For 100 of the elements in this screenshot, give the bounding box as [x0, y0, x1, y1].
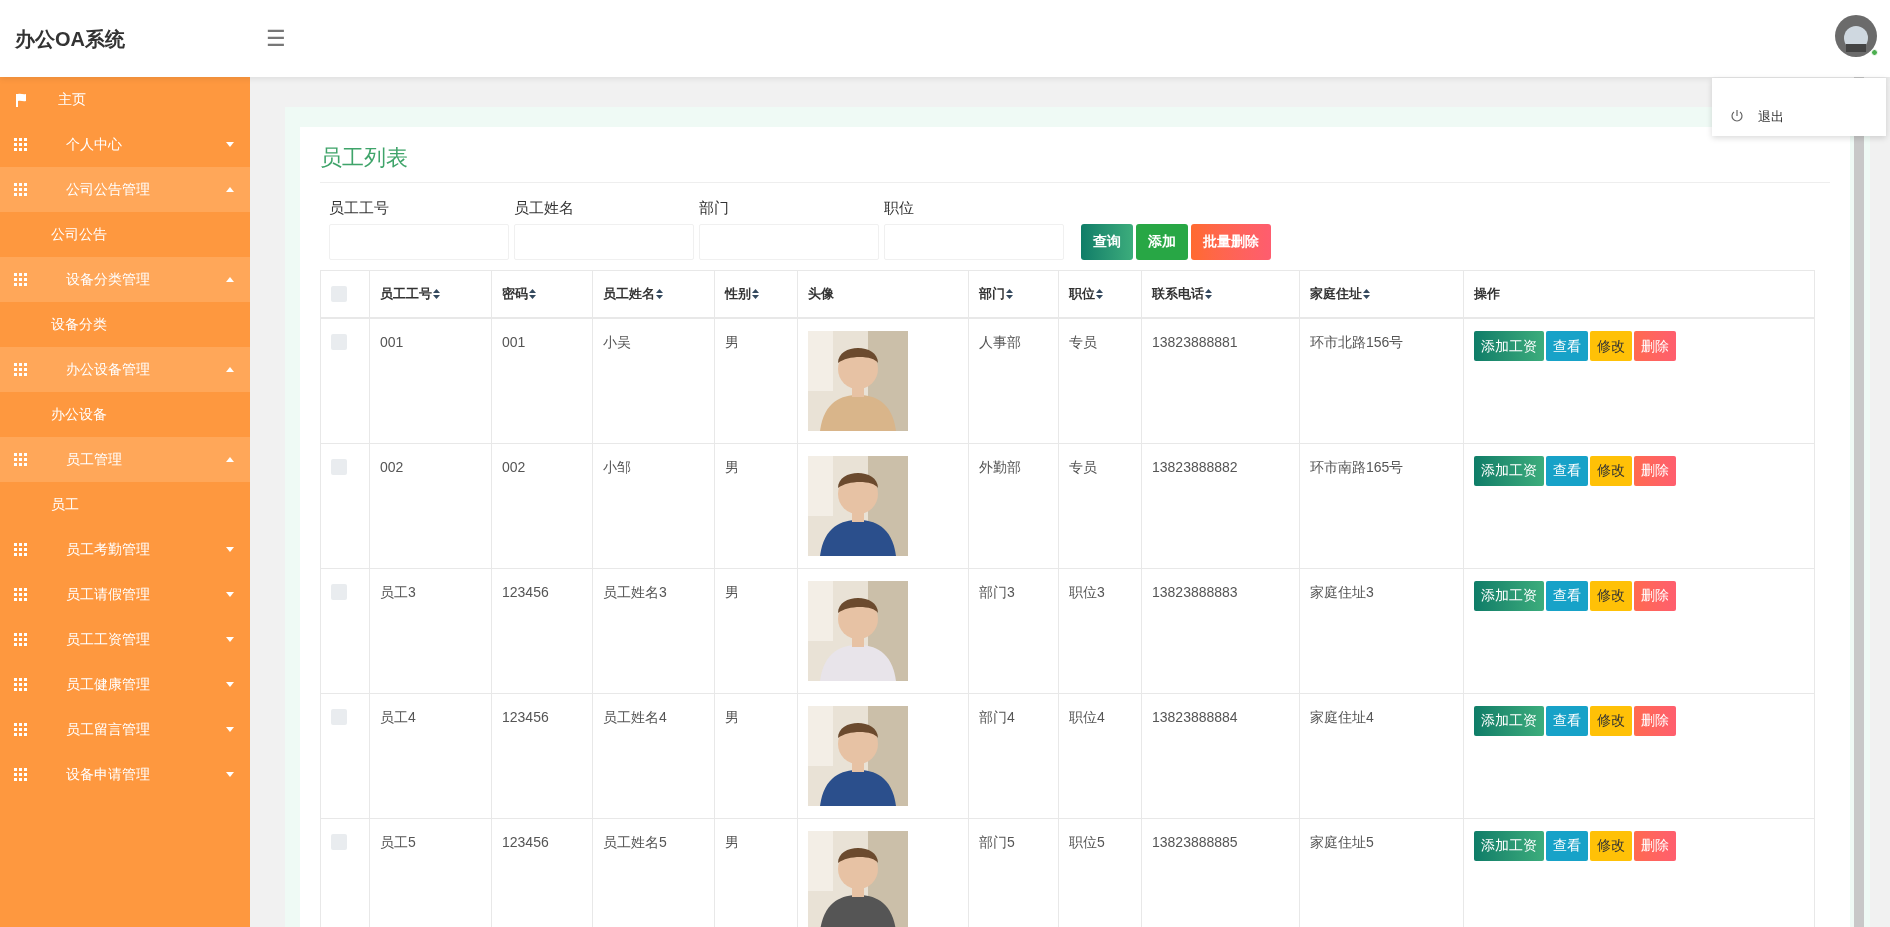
app-title: 办公OA系统 [14, 26, 126, 52]
sidebar-label: 设备分类管理 [66, 270, 151, 289]
filter-label: 员工姓名 [514, 198, 575, 218]
table-cell: 环市北路156号 [1310, 334, 1404, 350]
sidebar-label: 个人中心 [66, 135, 123, 154]
view-button[interactable]: 查看 [1546, 331, 1588, 361]
grid-icon [14, 183, 27, 196]
table-cell: 男 [725, 708, 739, 725]
user-avatar[interactable] [1834, 14, 1878, 58]
sort-icon[interactable] [433, 288, 440, 299]
column-header[interactable]: 联系电话 [1152, 284, 1212, 304]
edit-button[interactable]: 修改 [1590, 830, 1632, 861]
sidebar-item[interactable]: 设备申请管理 [0, 752, 250, 797]
caret-down-icon [226, 682, 234, 687]
sidebar-subitem[interactable]: 公司公告 [0, 212, 250, 257]
sort-icon[interactable] [529, 288, 536, 299]
salary-button[interactable]: 添加工资 [1474, 331, 1544, 361]
edit-button[interactable]: 修改 [1590, 705, 1632, 736]
grid-icon [14, 273, 27, 286]
edit-button[interactable]: 修改 [1590, 331, 1632, 361]
table-cell: 部门3 [979, 583, 1015, 600]
table-cell: 员工姓名3 [603, 583, 667, 600]
sidebar-item[interactable]: 员工工资管理 [0, 617, 250, 662]
table-cell: 13823888885 [1152, 833, 1238, 850]
edit-button[interactable]: 修改 [1590, 580, 1632, 611]
table-cell: 001 [380, 334, 404, 350]
sidebar-item[interactable]: 设备分类管理 [0, 257, 250, 302]
table-cell: 员工3 [380, 583, 416, 600]
sort-icon[interactable] [1006, 288, 1013, 299]
delete-button[interactable]: 删除 [1634, 455, 1676, 486]
grid-icon [14, 138, 27, 151]
menu-toggle[interactable]: ☰ [266, 27, 286, 50]
column-header[interactable]: 职位 [1069, 284, 1103, 304]
sort-icon[interactable] [752, 288, 759, 299]
view-button[interactable]: 查看 [1546, 830, 1588, 861]
sidebar-subitem[interactable]: 设备分类 [0, 302, 250, 347]
filter-label: 部门 [699, 198, 730, 218]
column-header[interactable]: 头像 [808, 284, 834, 304]
table-cell: 员工4 [380, 708, 416, 725]
sidebar-label: 公司公告管理 [66, 180, 151, 199]
salary-button[interactable]: 添加工资 [1474, 580, 1544, 611]
search-button[interactable]: 查询 [1081, 223, 1133, 260]
table-cell: 男 [725, 334, 739, 350]
table-cell: 人事部 [979, 334, 1021, 350]
delete-button[interactable]: 删除 [1634, 331, 1676, 361]
table-cell: 123456 [502, 833, 549, 850]
table-cell: 13823888881 [1152, 334, 1238, 350]
table-cell: 001 [502, 334, 526, 350]
sidebar-item[interactable]: 员工管理 [0, 437, 250, 482]
sidebar-item[interactable]: 公司公告管理 [0, 167, 250, 212]
salary-button[interactable]: 添加工资 [1474, 705, 1544, 736]
filter-label: 职位 [884, 198, 915, 218]
danger-button[interactable]: 批量删除 [1191, 223, 1271, 260]
sort-icon[interactable] [1096, 288, 1103, 299]
table-cell: 家庭住址5 [1310, 833, 1374, 850]
sidebar-item[interactable]: 员工请假管理 [0, 572, 250, 617]
add-button[interactable]: 添加 [1136, 223, 1188, 260]
table-cell: 123456 [502, 708, 549, 725]
sidebar-item[interactable]: 主页 [0, 77, 250, 122]
grid-icon [14, 678, 27, 691]
column-header[interactable]: 部门 [979, 284, 1013, 304]
view-button[interactable]: 查看 [1546, 455, 1588, 486]
sidebar-subitem[interactable]: 员工 [0, 482, 250, 527]
column-header[interactable]: 密码 [502, 284, 536, 304]
table-cell: 员工姓名5 [603, 833, 667, 850]
grid-icon [14, 723, 27, 736]
caret-up-icon [226, 367, 234, 372]
filter-label: 员工工号 [329, 198, 390, 218]
table-cell: 专员 [1069, 458, 1097, 475]
sidebar-item[interactable]: 员工健康管理 [0, 662, 250, 707]
table-cell: 13823888882 [1152, 458, 1238, 475]
sidebar-item[interactable]: 个人中心 [0, 122, 250, 167]
view-button[interactable]: 查看 [1546, 580, 1588, 611]
sidebar-label: 设备申请管理 [66, 765, 151, 784]
table-cell: 专员 [1069, 334, 1097, 350]
table-cell: 职位3 [1069, 583, 1105, 600]
sort-icon[interactable] [1205, 288, 1212, 299]
view-button[interactable]: 查看 [1546, 705, 1588, 736]
sidebar-subitem[interactable]: 办公设备 [0, 392, 250, 437]
scrollbar[interactable] [1854, 77, 1864, 927]
sidebar-label: 员工留言管理 [66, 720, 151, 739]
column-header[interactable]: 操作 [1474, 284, 1500, 304]
sidebar-item[interactable]: 员工留言管理 [0, 707, 250, 752]
edit-button[interactable]: 修改 [1590, 455, 1632, 486]
logout-item[interactable]: 退出 [1758, 106, 1784, 126]
caret-down-icon [226, 547, 234, 552]
delete-button[interactable]: 删除 [1634, 705, 1676, 736]
sidebar-item[interactable]: 员工考勤管理 [0, 527, 250, 572]
table-cell: 002 [380, 458, 404, 475]
salary-button[interactable]: 添加工资 [1474, 455, 1544, 486]
delete-button[interactable]: 删除 [1634, 580, 1676, 611]
sidebar-label: 员工考勤管理 [66, 540, 151, 559]
salary-button[interactable]: 添加工资 [1474, 830, 1544, 861]
sort-icon[interactable] [1363, 288, 1370, 299]
column-header[interactable]: 性别 [725, 284, 759, 304]
sidebar-label: 员工工资管理 [66, 630, 151, 649]
sidebar-item[interactable]: 办公设备管理 [0, 347, 250, 392]
column-header[interactable]: 家庭住址 [1310, 284, 1370, 304]
sort-icon[interactable] [656, 288, 663, 299]
delete-button[interactable]: 删除 [1634, 830, 1676, 861]
